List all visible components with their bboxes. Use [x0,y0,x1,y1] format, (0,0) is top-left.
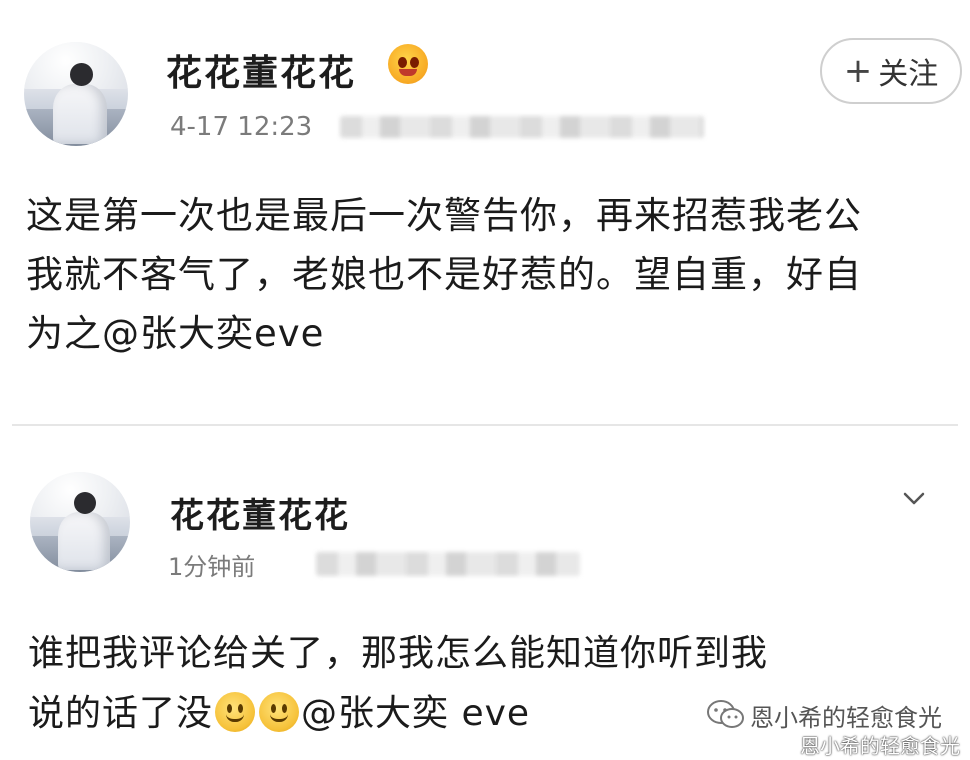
post-timestamp: 1分钟前 [168,553,256,581]
post-card: 花花董花花 4-17 12:23 + 关注 这是第一次也是最后一次警告你，再来招… [0,0,970,420]
post-timestamp: 4-17 12:23 [170,112,313,142]
post-text-line: 这是第一次也是最后一次警告你，再来招惹我老公 [26,194,862,237]
laughing-emoji-icon [388,44,428,84]
follow-button[interactable]: + 关注 [820,38,962,104]
follow-label: 关注 [878,57,939,92]
avatar[interactable] [30,472,130,572]
post-text-line: 谁把我评论给关了，那我怎么能知道你听到我 [28,633,769,674]
post-text-line: 说的话了没 @张大奕 eve [28,684,768,744]
post-text-line: 我就不客气了，老娘也不是好惹的。望自重，好自 [26,253,862,296]
blurred-source-info [340,116,704,138]
mention-link[interactable]: @张大奕 eve [301,693,530,734]
blurred-source-info [316,552,580,576]
watermark: 恩小希的轻愈食光 恩小希的轻愈食光 [700,694,970,760]
divider [12,424,958,426]
watermark-text-shadow: 恩小希的轻愈食光 [800,734,960,758]
post-text: 这是第一次也是最后一次警告你，再来招惹我老公 我就不客气了，老娘也不是好惹的。望… [26,186,862,363]
username[interactable]: 花花董花花 [170,488,350,537]
plus-icon: + [843,51,873,91]
wechat-icon [707,700,744,728]
avatar[interactable] [24,42,128,146]
username[interactable]: 花花董花花 [166,44,356,96]
post-text-prefix: 说的话了没 [28,693,214,734]
chevron-down-icon[interactable] [900,484,928,512]
watermark-text: 恩小希的轻愈食光 [750,704,942,732]
smiley-emoji-icon [215,692,256,732]
post-text: 谁把我评论给关了，那我怎么能知道你听到我 说的话了没 @张大奕 eve [28,624,768,744]
post-text-line: 为之@张大奕eve [26,312,325,355]
smiley-emoji-icon [259,692,300,732]
